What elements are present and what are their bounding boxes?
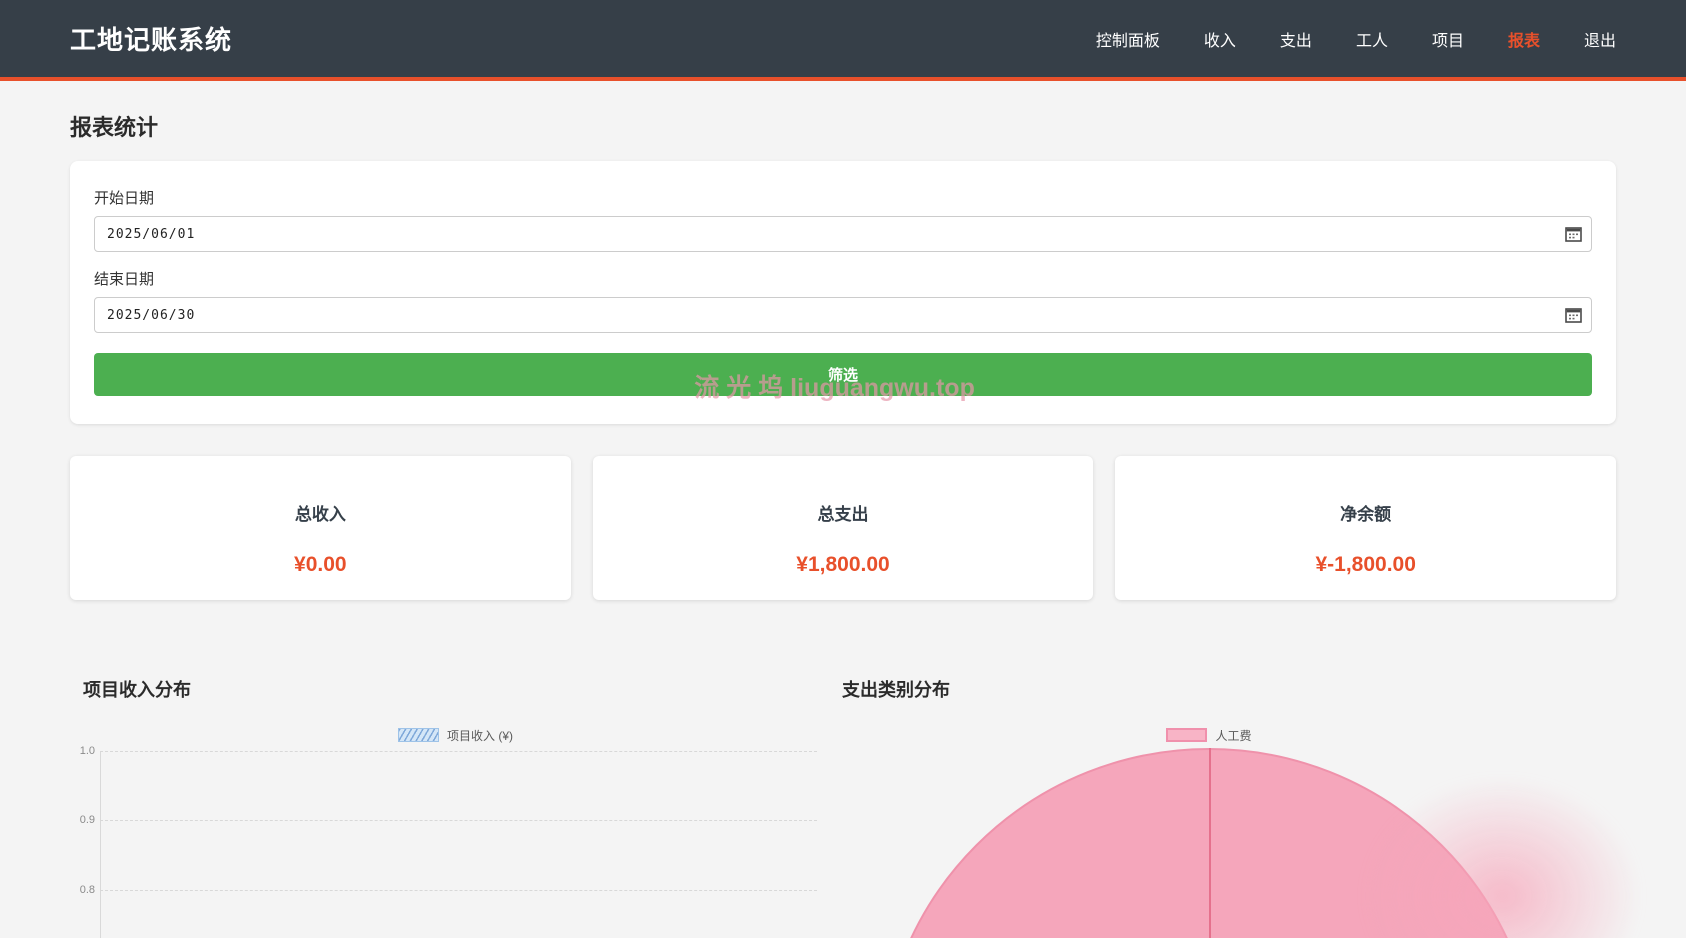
nav-item-income[interactable]: 收入 (1204, 27, 1236, 51)
bar-legend-label: 项目收入 (¥) (447, 727, 513, 744)
end-date-input[interactable] (94, 297, 1592, 333)
total-income-card: 总收入 ¥0.00 (70, 456, 571, 600)
gridline (100, 890, 817, 891)
start-date-input[interactable] (94, 216, 1592, 252)
project-income-chart-title: 项目收入分布 (70, 676, 817, 702)
start-date-label: 开始日期 (94, 187, 1592, 208)
main-content: 报表统计 开始日期 结束日期 (0, 110, 1686, 937)
net-balance-card: 净余额 ¥-1,800.00 (1115, 456, 1616, 600)
y-tick-label: 1.0 (70, 745, 95, 757)
gridline (100, 751, 817, 752)
nav-item-reports[interactable]: 报表 (1508, 27, 1540, 51)
filter-submit-button[interactable]: 筛选 (94, 353, 1592, 396)
nav-links: 控制面板 收入 支出 工人 项目 报表 退出 (1096, 27, 1616, 51)
expense-category-chart: 支出类别分布 人工费 (842, 676, 1616, 937)
bar-chart-legend[interactable]: 项目收入 (¥) (82, 728, 829, 742)
end-date-label: 结束日期 (94, 268, 1592, 289)
pie-slice-divider (1209, 748, 1211, 938)
total-income-title: 总收入 (295, 500, 346, 525)
project-income-chart: 项目收入分布 项目收入 (¥) 1.0 0.9 0.8 (70, 676, 817, 937)
expense-category-chart-title: 支出类别分布 (842, 676, 1616, 702)
y-tick-label: 0.8 (70, 884, 95, 896)
calendar-icon[interactable] (1565, 307, 1582, 323)
calendar-icon[interactable] (1565, 226, 1582, 242)
legend-swatch-hatched-blue-icon (398, 728, 439, 742)
page-title: 报表统计 (70, 110, 1616, 142)
nav-item-expense[interactable]: 支出 (1280, 27, 1312, 51)
nav-item-workers[interactable]: 工人 (1356, 27, 1388, 51)
total-expense-title: 总支出 (818, 500, 869, 525)
pie-chart-legend[interactable]: 人工费 (822, 728, 1596, 742)
y-axis-line (100, 751, 101, 938)
app-brand[interactable]: 工地记账系统 (70, 20, 232, 57)
nav-item-dashboard[interactable]: 控制面板 (1096, 27, 1160, 51)
nav-item-logout[interactable]: 退出 (1584, 27, 1616, 51)
end-date-field-wrap (94, 297, 1592, 333)
charts-row: 项目收入分布 项目收入 (¥) 1.0 0.9 0.8 支出类别分布 人工费 (70, 676, 1616, 937)
total-expense-value: ¥1,800.00 (796, 553, 889, 577)
pie-legend-label: 人工费 (1215, 727, 1251, 744)
net-balance-title: 净余额 (1340, 500, 1391, 525)
summary-stats-row: 总收入 ¥0.00 总支出 ¥1,800.00 净余额 ¥-1,800.00 (70, 456, 1616, 600)
y-tick-label: 0.9 (70, 814, 95, 826)
net-balance-value: ¥-1,800.00 (1315, 553, 1415, 577)
bar-chart-plot-area: 1.0 0.9 0.8 (70, 751, 817, 938)
date-filter-card: 开始日期 结束日期 (70, 161, 1616, 424)
nav-item-projects[interactable]: 项目 (1432, 27, 1464, 51)
navbar: 工地记账系统 控制面板 收入 支出 工人 项目 报表 退出 (0, 0, 1686, 81)
legend-swatch-pink-icon (1166, 728, 1207, 742)
total-income-value: ¥0.00 (294, 553, 347, 577)
gridline (100, 820, 817, 821)
total-expense-card: 总支出 ¥1,800.00 (593, 456, 1094, 600)
start-date-field-wrap (94, 216, 1592, 252)
